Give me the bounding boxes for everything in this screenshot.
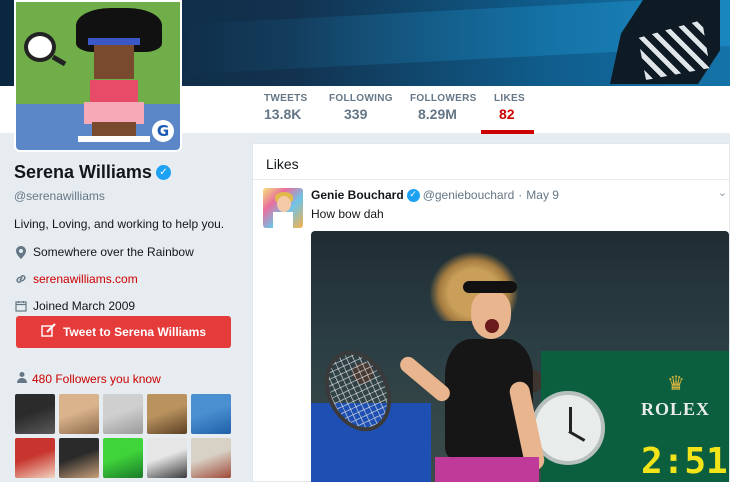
photo-sign-text: ROLEX [641,399,711,419]
photo-player-shorts [435,457,539,482]
nav-tweets-count: 13.8K [264,106,302,122]
profile-page: TWEETS 13.8K FOLLOWING 339 FOLLOWERS 8.2… [0,0,730,482]
follower-thumb-3[interactable] [103,394,143,434]
rolex-crown-icon: ♛ [667,371,685,395]
follower-thumb-1[interactable] [15,394,55,434]
tweet-text: How bow dah [311,207,384,221]
follower-thumb-5[interactable] [191,394,231,434]
nav-following[interactable]: FOLLOWING 339 [329,93,393,122]
profile-name[interactable]: Serena Williams [14,162,152,183]
profile-location: Somewhere over the Rainbow [14,245,236,259]
follower-thumb-9[interactable] [147,438,187,478]
follower-thumb-7[interactable] [59,438,99,478]
profile-joined-text: Joined March 2009 [33,299,136,313]
follower-thumb-4[interactable] [147,394,187,434]
photo-player-mouth [485,319,499,333]
nav-followers-count: 8.29M [418,106,457,122]
avatar-legs [92,122,136,136]
profile-handle[interactable]: @serenawilliams [14,189,236,203]
banner-figure [590,0,730,86]
gatorade-logo-icon: G [152,120,174,142]
profile-joined: Joined March 2009 [14,299,236,313]
nav-following-count: 339 [344,106,368,122]
location-pin-icon [14,245,28,259]
tweet-author-handle[interactable]: @geniebouchard [423,188,515,202]
tweet-header: Genie Bouchard ✓ @geniebouchard · May 9 [311,188,719,202]
avatar-shirt [90,80,138,104]
tweet-to-button[interactable]: Tweet to Serena Williams [16,316,231,348]
nav-likes-label: LIKES [494,93,525,104]
likes-timeline: Likes Genie Bouchard ✓ @geniebouchard · … [252,143,730,482]
photo-scoreboard: 2:51 [641,441,728,482]
profile-website-link[interactable]: serenawilliams.com [33,272,138,286]
follower-thumb-10[interactable] [191,438,231,478]
compose-icon [41,323,57,341]
nav-likes-underline [481,130,534,134]
liked-tweet[interactable]: Genie Bouchard ✓ @geniebouchard · May 9 … [253,180,729,228]
link-icon [14,272,28,286]
verified-badge-icon: ✓ [155,165,171,180]
follower-thumb-2[interactable] [59,394,99,434]
photo-player-visor [463,281,517,293]
tweet-verified-badge-icon: ✓ [406,188,420,202]
tweet-avatar-face [277,196,291,212]
nav-likes-count: 82 [499,106,515,122]
follower-thumb-8[interactable] [103,438,143,478]
tweet-avatar-body [273,212,293,228]
nav-tweets[interactable]: TWEETS 13.8K [264,93,307,122]
avatar-skirt [84,102,144,124]
followers-you-know[interactable]: 480 Followers you know [16,371,161,386]
tweet-author-name[interactable]: Genie Bouchard [311,188,404,202]
avatar-face [94,45,134,79]
likes-header: Likes [253,144,729,180]
nav-tweets-label: TWEETS [264,93,308,104]
tweet-author-avatar[interactable] [263,188,303,228]
tweet-to-button-label: Tweet to Serena Williams [62,325,207,339]
nav-followers-label: FOLLOWERS [410,93,477,104]
profile-avatar[interactable]: G [14,0,182,152]
tweet-menu-chevron-down-icon[interactable]: ⌄ [718,186,727,199]
profile-bio: Living, Loving, and working to help you. [14,217,225,231]
profile-card: Serena Williams ✓ @serenawilliams Living… [14,162,236,478]
clock-minute-hand [568,430,586,442]
tweet-photo[interactable]: ♛ ROLEX 2:51 [311,231,729,482]
person-icon [16,371,28,386]
nav-following-label: FOLLOWING [329,93,393,104]
follower-thumbnails [15,394,235,478]
avatar-shoes [78,136,150,142]
tweet-separator: · [518,188,523,202]
calendar-icon [14,299,28,313]
tweet-date[interactable]: May 9 [526,188,559,202]
followers-you-know-text: 480 Followers you know [32,371,161,386]
avatar-headband [88,38,140,45]
nav-followers[interactable]: FOLLOWERS 8.29M [410,93,477,122]
follower-thumb-6[interactable] [15,438,55,478]
nav-likes[interactable]: LIKES 82 [481,93,534,134]
profile-location-text: Somewhere over the Rainbow [33,245,194,259]
profile-website: serenawilliams.com [14,272,236,286]
